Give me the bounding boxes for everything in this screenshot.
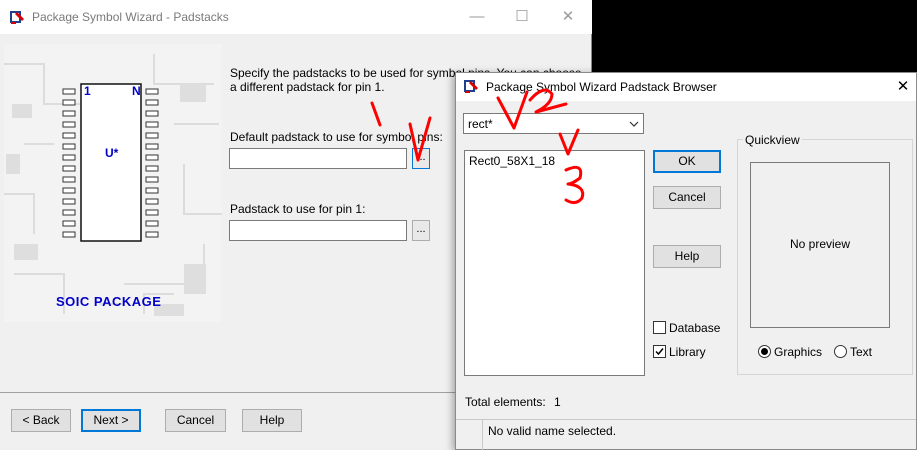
annotation-check-2 [496,90,529,130]
annotation-check-3 [558,128,580,156]
annotation-2-shape [528,88,568,114]
annotation-overlay [370,88,585,205]
annotation-stroke [370,101,382,127]
annotation-3-shape [564,165,585,205]
annotation-check-1 [408,116,432,162]
